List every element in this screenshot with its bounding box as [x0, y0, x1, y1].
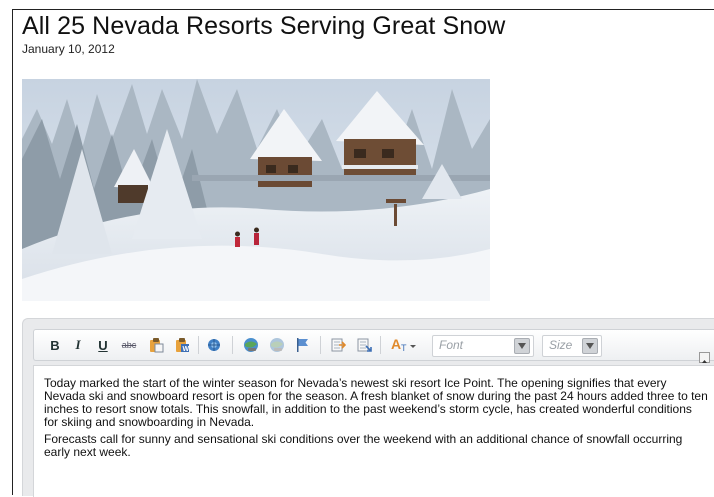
- spellcheck-icon[interactable]: [204, 335, 224, 355]
- chevron-down-icon[interactable]: [514, 338, 530, 354]
- svg-text:W: W: [183, 346, 190, 353]
- frame-left-border: [12, 9, 13, 495]
- size-select-placeholder: Size: [549, 338, 573, 352]
- article-title: All 25 Nevada Resorts Serving Great Snow: [22, 12, 506, 40]
- size-select[interactable]: Size: [542, 335, 602, 357]
- svg-text:T: T: [401, 343, 407, 353]
- svg-text:A: A: [391, 336, 401, 352]
- underline-button[interactable]: U: [96, 335, 110, 355]
- toolbar-separator: [232, 336, 233, 354]
- paste-icon[interactable]: [146, 335, 166, 355]
- toolbar-separator: [380, 336, 381, 354]
- content-paragraph: Today marked the start of the winter sea…: [44, 376, 708, 429]
- chevron-down-icon[interactable]: [582, 338, 598, 354]
- font-select-placeholder: Font: [439, 338, 464, 352]
- paste-word-icon[interactable]: W: [172, 335, 192, 355]
- frame-top-border: [12, 9, 714, 10]
- article-photo: [22, 79, 490, 301]
- unlink-icon[interactable]: [266, 335, 288, 355]
- article-date: January 10, 2012: [22, 42, 115, 56]
- anchor-flag-icon[interactable]: [292, 335, 312, 355]
- editor-toolbar: B I U abc W AT Font Size: [33, 329, 714, 363]
- italic-button[interactable]: I: [72, 335, 84, 355]
- text-color-icon[interactable]: AT: [388, 335, 422, 355]
- toolbar-separator: [320, 336, 321, 354]
- editor-content-area[interactable]: Today marked the start of the winter sea…: [33, 365, 714, 497]
- rich-text-editor: B I U abc W AT Font Size Today marked th…: [22, 318, 714, 497]
- toolbar-separator: [198, 336, 199, 354]
- indent-icon[interactable]: [328, 335, 348, 355]
- font-select[interactable]: Font: [432, 335, 534, 357]
- content-paragraph: Forecasts call for sunny and sensational…: [44, 432, 683, 459]
- insert-link-icon[interactable]: [240, 335, 262, 355]
- outdent-icon[interactable]: [354, 335, 374, 355]
- bold-button[interactable]: B: [48, 335, 62, 355]
- strikethrough-button[interactable]: abc: [118, 335, 140, 355]
- toolbar-collapse-icon[interactable]: [699, 352, 710, 363]
